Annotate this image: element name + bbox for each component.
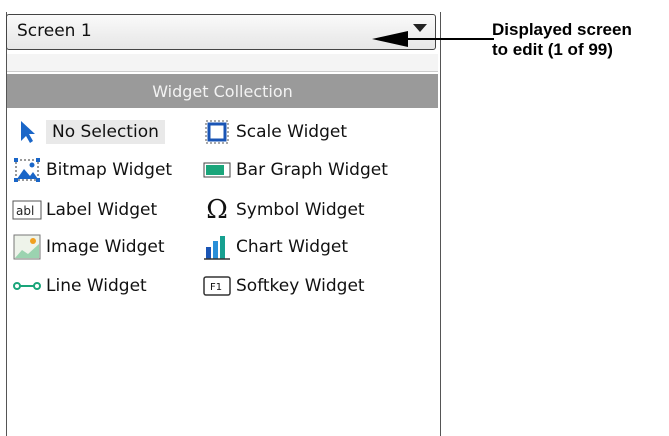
bitmap-icon (12, 156, 42, 184)
widget-item-label: Bitmap Widget (46, 160, 173, 180)
widget-item-label: No Selection (46, 120, 165, 144)
widget-item-label: Chart Widget (236, 237, 348, 257)
omega-symbol-icon: Ω (206, 195, 228, 225)
callout-line-2: to edit (1 of 99) (492, 40, 613, 59)
widget-item-bar-graph[interactable]: Bar Graph Widget (202, 155, 388, 185)
widget-item-image[interactable]: Image Widget (12, 232, 165, 262)
widget-item-label: Line Widget (46, 276, 147, 296)
widget-item-no-selection[interactable]: No Selection (12, 117, 165, 147)
widget-item-softkey[interactable]: F1 Softkey Widget (202, 271, 365, 301)
widget-item-label: Label Widget (46, 200, 158, 220)
screen-select[interactable]: Screen 1 (6, 14, 436, 50)
toolbar-strip (7, 54, 438, 72)
pointer-arrow-icon (12, 118, 42, 146)
screen-select-value: Screen 1 (17, 21, 92, 41)
widget-item-label: Symbol Widget (236, 200, 365, 220)
widget-item-line[interactable]: Line Widget (12, 271, 147, 301)
label-abl-icon: abl (12, 196, 42, 224)
widget-item-label: Image Widget (46, 237, 165, 257)
chevron-down-icon[interactable] (413, 24, 427, 32)
bar-graph-icon (202, 156, 232, 184)
line-icon (12, 272, 42, 300)
widget-item-bitmap[interactable]: Bitmap Widget (12, 155, 172, 185)
widget-item-scale[interactable]: Scale Widget (202, 117, 347, 147)
svg-text:abl: abl (16, 204, 34, 218)
widget-item-label-widget[interactable]: abl Label Widget (12, 195, 157, 225)
callout-line-1: Displayed screen (492, 20, 632, 39)
widget-collection-title: Widget Collection (152, 81, 293, 101)
widget-item-label: Scale Widget (236, 122, 348, 142)
widget-item-chart[interactable]: Chart Widget (202, 232, 348, 262)
svg-text:F1: F1 (210, 282, 222, 293)
widget-list: No Selection Scale Widget Bitmap Widget … (7, 110, 438, 436)
callout-text: Displayed screen to edit (1 of 99) (492, 20, 632, 60)
widget-item-symbol[interactable]: Ω Symbol Widget (202, 195, 365, 225)
scale-icon (202, 118, 232, 146)
widget-item-label: Bar Graph Widget (236, 160, 388, 180)
image-icon (12, 233, 42, 261)
widget-collection-header: Widget Collection (7, 74, 438, 108)
softkey-f1-icon: F1 (202, 272, 232, 300)
widget-item-label: Softkey Widget (236, 276, 365, 296)
chart-icon (202, 233, 232, 261)
